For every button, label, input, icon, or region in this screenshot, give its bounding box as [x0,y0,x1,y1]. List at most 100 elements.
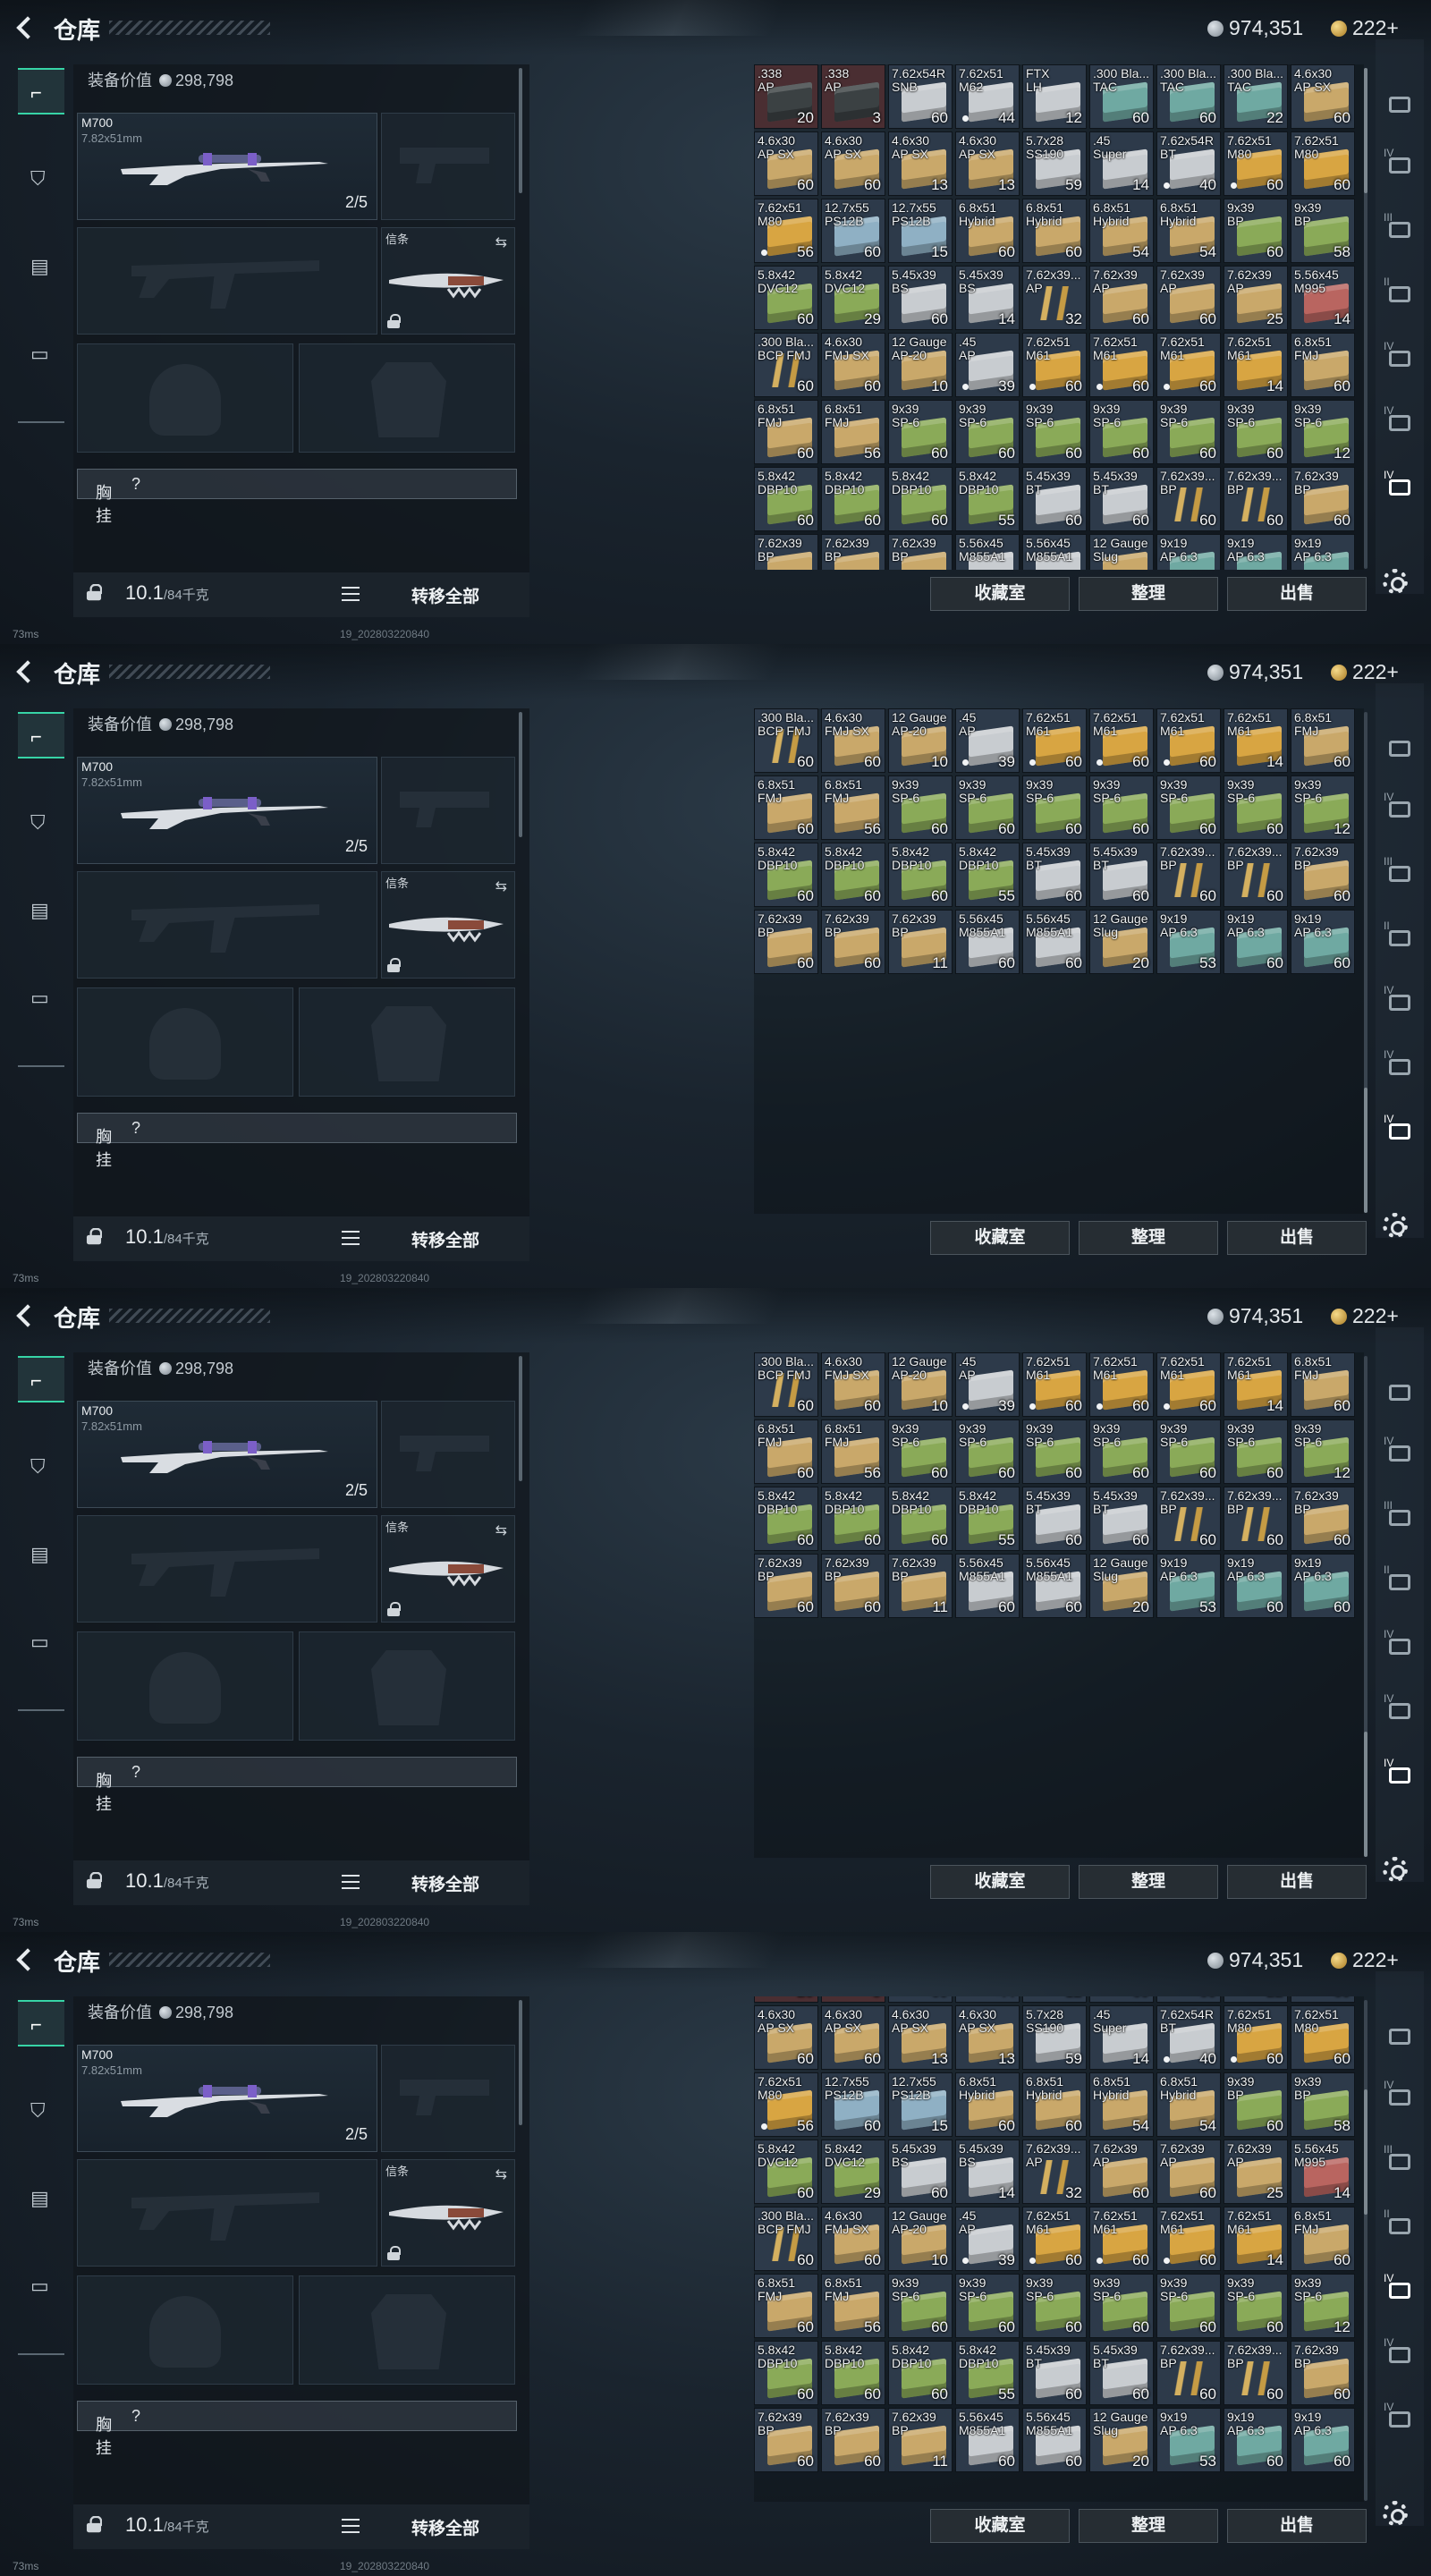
stash-page-tab[interactable]: IV [1384,2401,1416,2433]
silver-balance[interactable]: 974,351 [1207,16,1303,40]
settings-gear-icon[interactable] [1383,1213,1408,1238]
stash-item[interactable]: 4.6x30 AP SX60 [754,2005,818,2070]
list-icon[interactable] [342,587,360,601]
stash-item[interactable]: 5.8x42 DBP10 60 [754,467,818,531]
armor-slot[interactable] [299,343,515,453]
collection-button[interactable]: 收藏室 [930,577,1070,611]
stash-item[interactable]: 7.62x39 AP 60 [1089,2140,1154,2204]
stash-item[interactable]: 4.6x30 FMJ SX 60 [821,333,885,397]
stash-item[interactable]: 7.62x51 M61 60 [1089,2207,1154,2271]
stash-item[interactable]: .300 Bla... TAC60 [1089,1996,1154,2003]
rifle-slot[interactable] [77,2159,377,2267]
backpack-tab[interactable]: ▭ [18,975,64,1021]
stash-scrollbar[interactable] [1364,712,1367,1213]
stash-item[interactable]: 7.62x51 M80 60 [1224,131,1288,196]
stash-item[interactable]: 5.56x45 M855A1 60 [1022,910,1087,974]
stash-item[interactable]: 7.62x51 M61 14 [1224,1352,1288,1417]
stash-item[interactable]: 7.62x51 M61 60 [1156,2207,1221,2271]
stash-item[interactable]: 5.8x42 DVC12 60 [754,266,818,330]
stash-item[interactable]: .300 Bla... TAC22 [1224,1996,1288,2003]
weight-lock-icon[interactable] [86,1227,103,1245]
stash-item[interactable]: 12 Gauge AP-20 10 [888,1352,953,1417]
stash-item[interactable]: 9x19 AP 6.360 [1291,1554,1355,1618]
home-icon[interactable] [1384,2021,1416,2050]
stash-item[interactable]: .300 Bla... TAC60 [1156,1996,1221,2003]
stash-item[interactable]: .45 AP 39 [955,708,1020,773]
helmet-slot[interactable] [77,987,293,1097]
stash-item[interactable]: 5.45x39 BT 60 [1089,467,1154,531]
stash-item[interactable]: 6.8x51 Hybrid 54 [1156,2072,1221,2137]
helmet-slot[interactable] [77,1631,293,1741]
sort-button[interactable]: 整理 [1079,577,1218,611]
stash-item[interactable]: 6.8x51 FMJ 60 [754,400,818,464]
stash-item[interactable]: .300 Bla... BCP FMJ 60 [754,1352,818,1417]
stash-item[interactable]: 9x39 SP-6 60 [1156,1419,1221,1484]
transfer-all-button[interactable]: 转移全部 [411,583,479,607]
list-icon[interactable] [342,1231,360,1245]
sort-button[interactable]: 整理 [1079,1865,1218,1899]
stash-item[interactable]: 7.62x39 AP 25 [1224,2140,1288,2204]
stash-item[interactable]: 7.62x39... BP 60 [1224,467,1288,531]
collection-button[interactable]: 收藏室 [930,1865,1070,1899]
stash-page-tab[interactable]: II [1384,919,1416,952]
stash-item[interactable]: 5.45x39 BS 14 [955,266,1020,330]
rifle-slot[interactable] [77,871,377,979]
loadout-scrollbar[interactable] [519,68,522,193]
stash-page-tab[interactable]: III [1384,211,1416,243]
stash-item[interactable]: 4.6x30 AP SX60 [754,131,818,196]
stash-item[interactable]: 7.62x51 M80 60 [1291,131,1355,196]
stash-item[interactable]: .338 AP20 [754,1996,818,2003]
stash-scrollbar[interactable] [1364,1356,1367,1857]
stash-item[interactable]: 9x39 BP 58 [1291,2072,1355,2137]
stash-item[interactable]: 7.62x39 AP 60 [1156,2140,1221,2204]
stash-item[interactable]: 7.62x39 BP60 [754,534,818,570]
gold-balance[interactable]: 222+ [1331,1948,1399,1972]
container-tab[interactable]: ▤ [18,887,64,934]
stash-item[interactable]: .300 Bla... TAC60 [1089,64,1154,129]
stash-item[interactable]: 5.45x39 BT 60 [1022,843,1087,907]
back-arrow-icon[interactable] [13,14,38,39]
swap-icon[interactable]: ⇆ [495,233,507,251]
stash-item[interactable]: 12 Gauge Slug 20 [1089,2408,1154,2472]
stash-item[interactable]: 7.62x39... BP 60 [1224,1487,1288,1551]
stash-item[interactable]: 5.8x42 DBP10 55 [955,1487,1020,1551]
sell-button[interactable]: 出售 [1227,2509,1367,2543]
stash-item[interactable]: 5.56x45 M995 14 [1291,2140,1355,2204]
stash-item[interactable]: 7.62x51 M6244 [955,1996,1020,2003]
stash-item[interactable]: 6.8x51 FMJ 60 [1291,1352,1355,1417]
stash-page-tab[interactable]: IV [1384,2336,1416,2368]
stash-item[interactable]: 5.8x42 DVC12 60 [754,2140,818,2204]
stash-item[interactable]: 5.8x42 DBP10 60 [754,2341,818,2405]
stash-item[interactable]: 9x39 SP-6 12 [1291,400,1355,464]
stash-item[interactable]: 9x39 SP-6 12 [1291,1419,1355,1484]
stash-item[interactable]: 7.62x51 M61 60 [1022,2207,1087,2271]
container-tab[interactable]: ▤ [18,1531,64,1578]
sort-button[interactable]: 整理 [1079,2509,1218,2543]
stash-item[interactable]: 6.8x51 FMJ 60 [1291,2207,1355,2271]
stash-item[interactable]: 9x39 SP-6 60 [1022,2274,1087,2338]
stash-page-tab[interactable]: III [1384,1499,1416,1531]
weapon-tab[interactable]: ⌐ [18,712,64,758]
scrollbar-thumb[interactable] [1364,1732,1367,1857]
sell-button[interactable]: 出售 [1227,1221,1367,1255]
backpack-tab[interactable]: ▭ [18,2263,64,2309]
stash-page-tab[interactable]: IV [1384,1757,1416,1789]
stash-item[interactable]: 5.8x42 DBP10 60 [821,467,885,531]
stash-item[interactable]: 6.8x51 Hybrid 60 [955,2072,1020,2137]
stash-page-tab[interactable]: III [1384,2143,1416,2175]
gold-balance[interactable]: 222+ [1331,16,1399,40]
silver-balance[interactable]: 974,351 [1207,660,1303,684]
stash-item[interactable]: FTX LH 12 [1022,64,1087,129]
stash-item[interactable]: 4.6x30 AP SX 13 [955,2005,1020,2070]
back-arrow-icon[interactable] [13,1946,38,1971]
stash-item[interactable]: 5.45x39 BT 60 [1022,2341,1087,2405]
melee-slot[interactable]: 信条 ⇆ [381,871,515,979]
back-arrow-icon[interactable] [13,1302,38,1327]
backpack-tab[interactable]: ▭ [18,1619,64,1665]
sort-button[interactable]: 整理 [1079,1221,1218,1255]
stash-item[interactable]: 9x19 AP 6.360 [1224,910,1288,974]
armor-tab[interactable]: ⛉ [18,2088,64,2134]
stash-item[interactable]: 5.45x39 BS 60 [888,266,953,330]
armor-slot[interactable] [299,2275,515,2385]
stash-item[interactable]: 5.8x42 DBP10 60 [888,2341,953,2405]
